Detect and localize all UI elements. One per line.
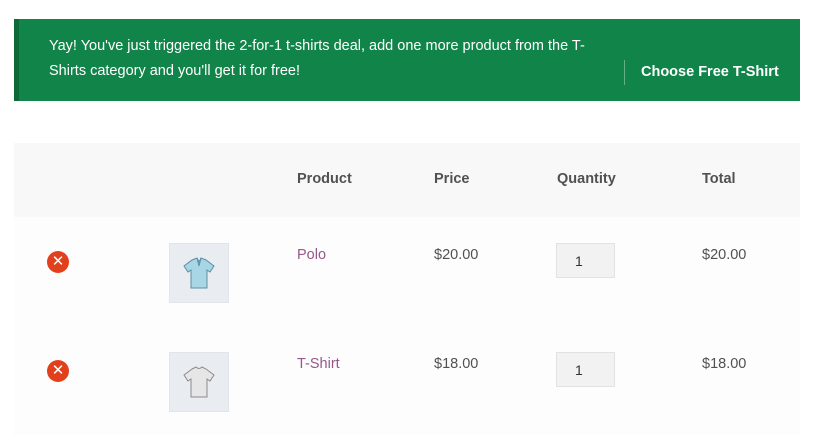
product-name-link[interactable]: Polo (297, 247, 326, 263)
product-name-link[interactable]: T-Shirt (297, 356, 340, 372)
product-thumbnail[interactable] (169, 243, 229, 303)
product-thumbnail[interactable] (169, 352, 229, 412)
header-price: Price (434, 171, 470, 187)
t-shirt-icon (183, 366, 215, 398)
free-tshirt-notice: Yay! You've just triggered the 2-for-1 t… (14, 19, 800, 101)
notice-message: Yay! You've just triggered the 2-for-1 t… (49, 38, 585, 79)
cart-item-row: ✕ Polo $20.00 $20.00 (14, 217, 800, 326)
cart-table-header: Product Price Quantity Total (14, 143, 800, 217)
line-total: $18.00 (702, 356, 747, 372)
notice-divider (624, 60, 625, 85)
header-total: Total (702, 171, 736, 187)
cart-table: Product Price Quantity Total ✕ Polo $20.… (14, 143, 800, 435)
line-total: $20.00 (702, 247, 747, 263)
cart-item-row: ✕ T-Shirt $18.00 $18.00 (14, 326, 800, 435)
remove-item-button[interactable]: ✕ (47, 251, 69, 273)
header-product: Product (297, 171, 352, 187)
remove-item-button[interactable]: ✕ (47, 360, 69, 382)
quantity-input[interactable] (556, 352, 615, 387)
choose-free-tshirt-button[interactable]: Choose Free T-Shirt (641, 60, 779, 85)
quantity-input[interactable] (556, 243, 615, 278)
close-circle-icon: ✕ (51, 362, 65, 379)
close-circle-icon: ✕ (51, 253, 65, 270)
product-price: $20.00 (434, 247, 479, 263)
product-price: $18.00 (434, 356, 479, 372)
header-quantity: Quantity (557, 171, 616, 187)
polo-shirt-icon (183, 257, 215, 289)
